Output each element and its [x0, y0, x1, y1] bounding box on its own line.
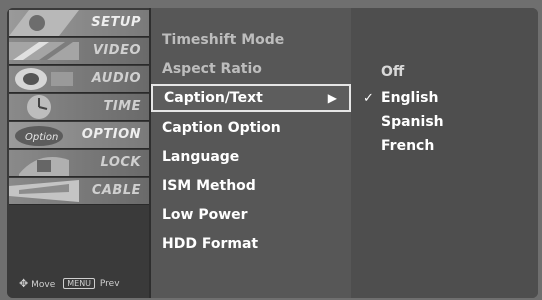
menu-item-low-power[interactable]: Low Power — [162, 202, 248, 228]
option-off[interactable]: Off — [381, 64, 404, 80]
category-video[interactable]: VIDEO — [9, 38, 149, 65]
option-menu: Timeshift Mode Aspect Ratio Caption/Text… — [149, 8, 351, 298]
move-arrows-icon: ✥ — [19, 277, 29, 290]
menu-item-aspect-ratio[interactable]: Aspect Ratio — [162, 56, 262, 82]
setup-icon — [9, 10, 79, 36]
category-audio[interactable]: AUDIO — [9, 66, 149, 93]
time-icon — [9, 94, 79, 120]
category-time[interactable]: TIME — [9, 94, 149, 121]
prev-label: Prev — [99, 279, 120, 289]
menu-item-timeshift-mode[interactable]: Timeshift Mode — [162, 27, 284, 53]
menu-item-language[interactable]: Language — [162, 144, 239, 170]
category-label: OPTION — [81, 127, 141, 142]
menu-item-hdd-format[interactable]: HDD Format — [162, 231, 258, 257]
svg-text:Option: Option — [25, 132, 58, 143]
menu-key-icon: MENU — [63, 278, 96, 289]
category-label: VIDEO — [92, 43, 141, 58]
tv-osd-screen: SETUP VIDEO AUDIO TIME Option OPTION LOC… — [7, 8, 538, 298]
option-spanish[interactable]: Spanish — [381, 114, 444, 130]
video-icon — [9, 38, 79, 64]
audio-icon — [9, 66, 79, 92]
category-label: AUDIO — [91, 71, 141, 86]
nav-hint: ✥ Move MENU Prev — [19, 277, 120, 290]
category-setup[interactable]: SETUP — [9, 10, 149, 37]
caption-text-submenu: Off ✓ English Spanish French — [351, 8, 538, 298]
category-sidebar: SETUP VIDEO AUDIO TIME Option OPTION LOC… — [7, 8, 149, 298]
submenu-arrow-icon: ▶ — [327, 91, 337, 105]
category-label: CABLE — [91, 183, 141, 198]
menu-item-caption-text[interactable]: Caption/Text ▶ — [151, 84, 351, 112]
move-label: Move — [31, 280, 56, 290]
cable-icon — [9, 178, 79, 204]
lock-icon — [9, 150, 79, 176]
option-icon: Option — [9, 122, 79, 148]
category-label: TIME — [103, 99, 141, 114]
category-lock[interactable]: LOCK — [9, 150, 149, 177]
category-option[interactable]: Option OPTION — [9, 122, 149, 149]
category-label: LOCK — [100, 155, 141, 170]
category-label: SETUP — [91, 15, 141, 30]
menu-item-ism-method[interactable]: ISM Method — [162, 173, 256, 199]
option-french[interactable]: French — [381, 138, 434, 154]
category-cable[interactable]: CABLE — [9, 178, 149, 205]
menu-item-caption-option[interactable]: Caption Option — [162, 115, 281, 141]
checkmark-icon: ✓ — [363, 91, 374, 106]
option-english[interactable]: English — [381, 90, 438, 106]
